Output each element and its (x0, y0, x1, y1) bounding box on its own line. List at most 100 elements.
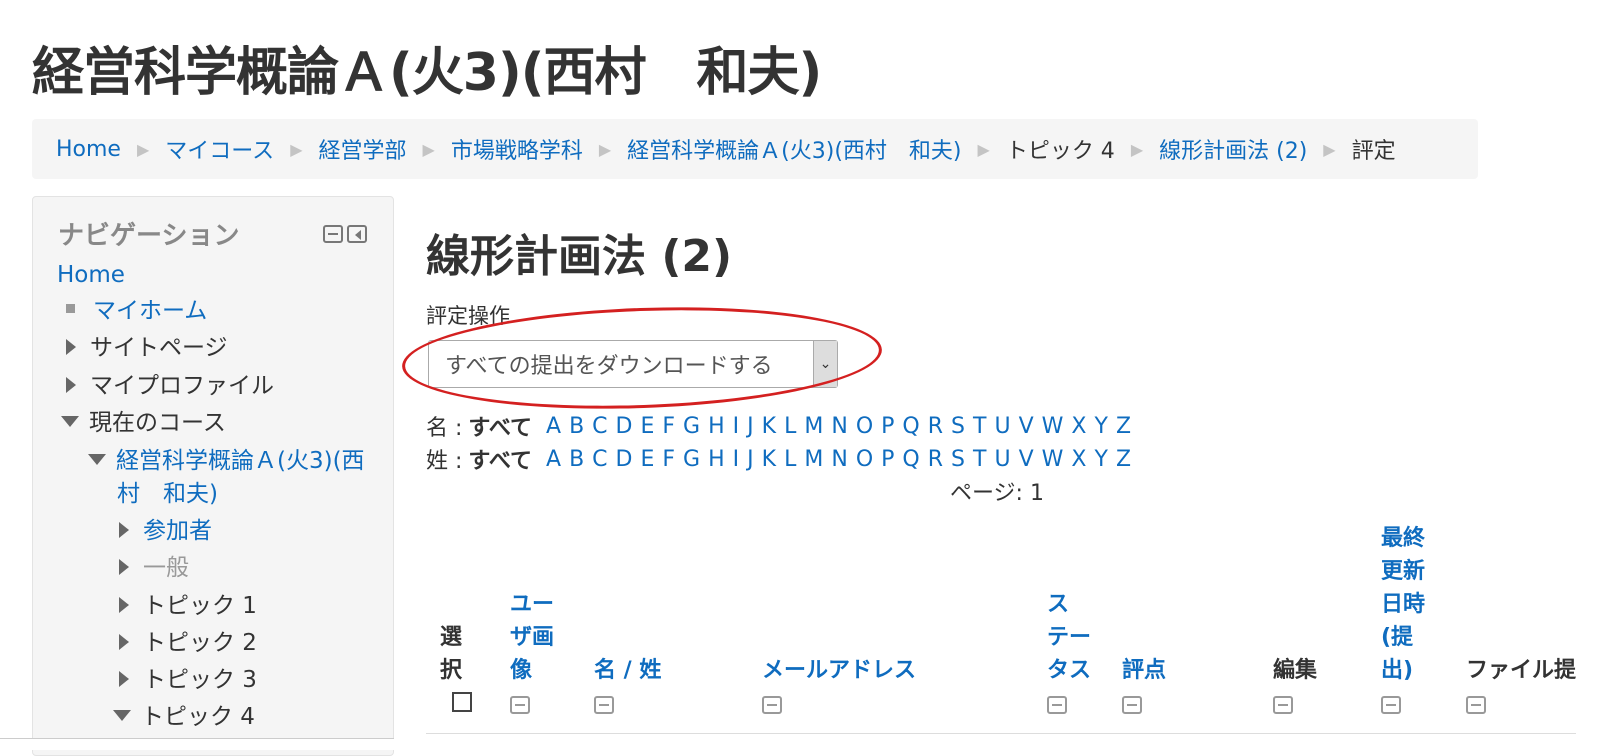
first-name-filter-letter-n[interactable]: N (831, 414, 847, 439)
last-name-filter-letter-n[interactable]: N (831, 447, 847, 472)
breadcrumb-assignment[interactable]: 線形計画法 (2) (1159, 133, 1307, 165)
select-all-checkbox[interactable] (452, 692, 472, 712)
first-name-filter-letter-j[interactable]: J (747, 414, 754, 439)
last-name-filter-letter-w[interactable]: W (1042, 447, 1064, 472)
filter-all[interactable]: すべて (468, 410, 532, 442)
last-name-filter-letter-c[interactable]: C (592, 447, 607, 472)
first-name-filter-letter-q[interactable]: Q (902, 414, 919, 439)
nav-item-my-home[interactable]: マイホーム (66, 295, 207, 327)
last-name-filter-letter-u[interactable]: U (994, 447, 1010, 472)
last-name-filter-letter-b[interactable]: B (569, 447, 584, 472)
hide-column-icon[interactable] (1273, 696, 1293, 714)
col-last-modified-header[interactable]: 最終 更新 日時 (提 出) (1381, 522, 1425, 687)
breadcrumb-faculty[interactable]: 経営学部 (319, 133, 407, 165)
collapse-arrow-icon[interactable] (88, 454, 106, 465)
collapse-arrow-icon[interactable] (113, 710, 131, 721)
nav-item-course[interactable]: 経営科学概論Ａ(火3)(西 (88, 445, 365, 477)
hide-column-icon[interactable] (510, 696, 530, 714)
nav-item-topic-3[interactable]: トピック 3 (119, 664, 257, 696)
last-name-filter-letter-e[interactable]: E (640, 447, 654, 472)
last-name-filter-letter-a[interactable]: A (546, 447, 561, 472)
nav-item-my-profile[interactable]: マイプロファイル (66, 370, 274, 402)
chevron-down-icon[interactable]: ⌄ (813, 341, 837, 387)
last-name-filter-letter-g[interactable]: G (683, 447, 700, 472)
col-user-image-header[interactable]: ユー ザ画 像 (510, 588, 554, 687)
first-name-filter-letter-m[interactable]: M (804, 414, 823, 439)
first-name-filter-letter-z[interactable]: Z (1116, 414, 1131, 439)
breadcrumb-department[interactable]: 市場戦略学科 (451, 133, 583, 165)
dock-block-icon[interactable] (347, 225, 367, 243)
nav-item-participants[interactable]: 参加者 (119, 515, 212, 547)
expand-arrow-icon[interactable] (119, 597, 129, 613)
last-name-filter-letter-q[interactable]: Q (902, 447, 919, 472)
first-name-filter-letter-g[interactable]: G (683, 414, 700, 439)
first-name-filter-letter-b[interactable]: B (569, 414, 584, 439)
last-name-filter-letter-x[interactable]: X (1071, 447, 1086, 472)
first-name-filter-letter-v[interactable]: V (1019, 414, 1034, 439)
first-name-filter-letter-c[interactable]: C (592, 414, 607, 439)
last-name-filter-letter-m[interactable]: M (804, 447, 823, 472)
expand-arrow-icon[interactable] (66, 377, 76, 393)
hide-column-icon[interactable] (1466, 696, 1486, 714)
breadcrumb-course[interactable]: 経営科学概論Ａ(火3)(西村 和夫) (627, 133, 961, 165)
last-name-filter-letter-l[interactable]: L (784, 447, 796, 472)
nav-item-course-cont[interactable]: 村 和夫) (117, 478, 218, 510)
first-name-filter-letter-s[interactable]: S (951, 414, 965, 439)
breadcrumb-home[interactable]: Home (56, 137, 121, 162)
first-name-filter-letter-f[interactable]: F (662, 414, 675, 439)
last-name-filter-letter-r[interactable]: R (928, 447, 943, 472)
nav-item-topic-1[interactable]: トピック 1 (119, 590, 257, 622)
last-name-filter-letter-i[interactable]: I (733, 447, 740, 472)
first-name-filter-letter-p[interactable]: P (881, 414, 894, 439)
col-grade-header[interactable]: 評点 (1122, 654, 1166, 687)
last-name-filter-letter-t[interactable]: T (973, 447, 986, 472)
first-name-filter-letter-i[interactable]: I (733, 414, 740, 439)
first-name-filter-letter-h[interactable]: H (708, 414, 725, 439)
hide-column-icon[interactable] (762, 696, 782, 714)
grading-ops-select[interactable]: すべての提出をダウンロードする ⌄ (428, 340, 838, 388)
last-name-filter-letter-o[interactable]: O (856, 447, 873, 472)
hide-column-icon[interactable] (1047, 696, 1067, 714)
first-name-filter-letter-d[interactable]: D (616, 414, 633, 439)
first-name-filter-letter-x[interactable]: X (1071, 414, 1086, 439)
col-email-header[interactable]: メールアドレス (762, 654, 916, 687)
last-name-filter-letter-f[interactable]: F (662, 447, 675, 472)
first-name-filter-letter-e[interactable]: E (640, 414, 654, 439)
expand-arrow-icon[interactable] (119, 634, 129, 650)
collapse-block-icon[interactable] (323, 225, 343, 243)
first-name-filter-letter-r[interactable]: R (928, 414, 943, 439)
last-name-filter-letter-j[interactable]: J (747, 447, 754, 472)
nav-item-site-pages[interactable]: サイトページ (66, 332, 228, 364)
last-name-filter-letter-h[interactable]: H (708, 447, 725, 472)
first-name-filter-letter-o[interactable]: O (856, 414, 873, 439)
last-name-filter-letter-v[interactable]: V (1019, 447, 1034, 472)
expand-arrow-icon[interactable] (119, 559, 129, 575)
first-name-filter-letter-k[interactable]: K (762, 414, 776, 439)
col-name-header[interactable]: 名 / 姓 (594, 654, 661, 687)
nav-item-home[interactable]: Home (57, 259, 125, 291)
hide-column-icon[interactable] (1381, 696, 1401, 714)
expand-arrow-icon[interactable] (119, 522, 129, 538)
last-name-filter-letter-y[interactable]: Y (1094, 447, 1107, 472)
breadcrumb-my-courses[interactable]: マイコース (165, 133, 274, 165)
nav-item-general[interactable]: 一般 (119, 552, 189, 584)
last-name-filter-letter-d[interactable]: D (616, 447, 633, 472)
first-name-filter-letter-u[interactable]: U (994, 414, 1010, 439)
last-name-filter-letter-k[interactable]: K (762, 447, 776, 472)
first-name-filter-letter-y[interactable]: Y (1094, 414, 1107, 439)
expand-arrow-icon[interactable] (66, 339, 76, 355)
first-name-filter-letter-a[interactable]: A (546, 414, 561, 439)
last-name-filter-letter-z[interactable]: Z (1116, 447, 1131, 472)
hide-column-icon[interactable] (1122, 696, 1142, 714)
nav-item-topic-4[interactable]: トピック 4 (113, 701, 255, 733)
collapse-arrow-icon[interactable] (61, 416, 79, 427)
first-name-filter-letter-t[interactable]: T (973, 414, 986, 439)
last-name-filter-letter-p[interactable]: P (881, 447, 894, 472)
first-name-filter-letter-l[interactable]: L (784, 414, 796, 439)
hide-column-icon[interactable] (594, 696, 614, 714)
expand-arrow-icon[interactable] (119, 671, 129, 687)
col-status-header[interactable]: ス テー タス (1047, 588, 1091, 687)
first-name-filter-letter-w[interactable]: W (1042, 414, 1064, 439)
nav-item-topic-2[interactable]: トピック 2 (119, 627, 257, 659)
last-name-filter-letter-s[interactable]: S (951, 447, 965, 472)
